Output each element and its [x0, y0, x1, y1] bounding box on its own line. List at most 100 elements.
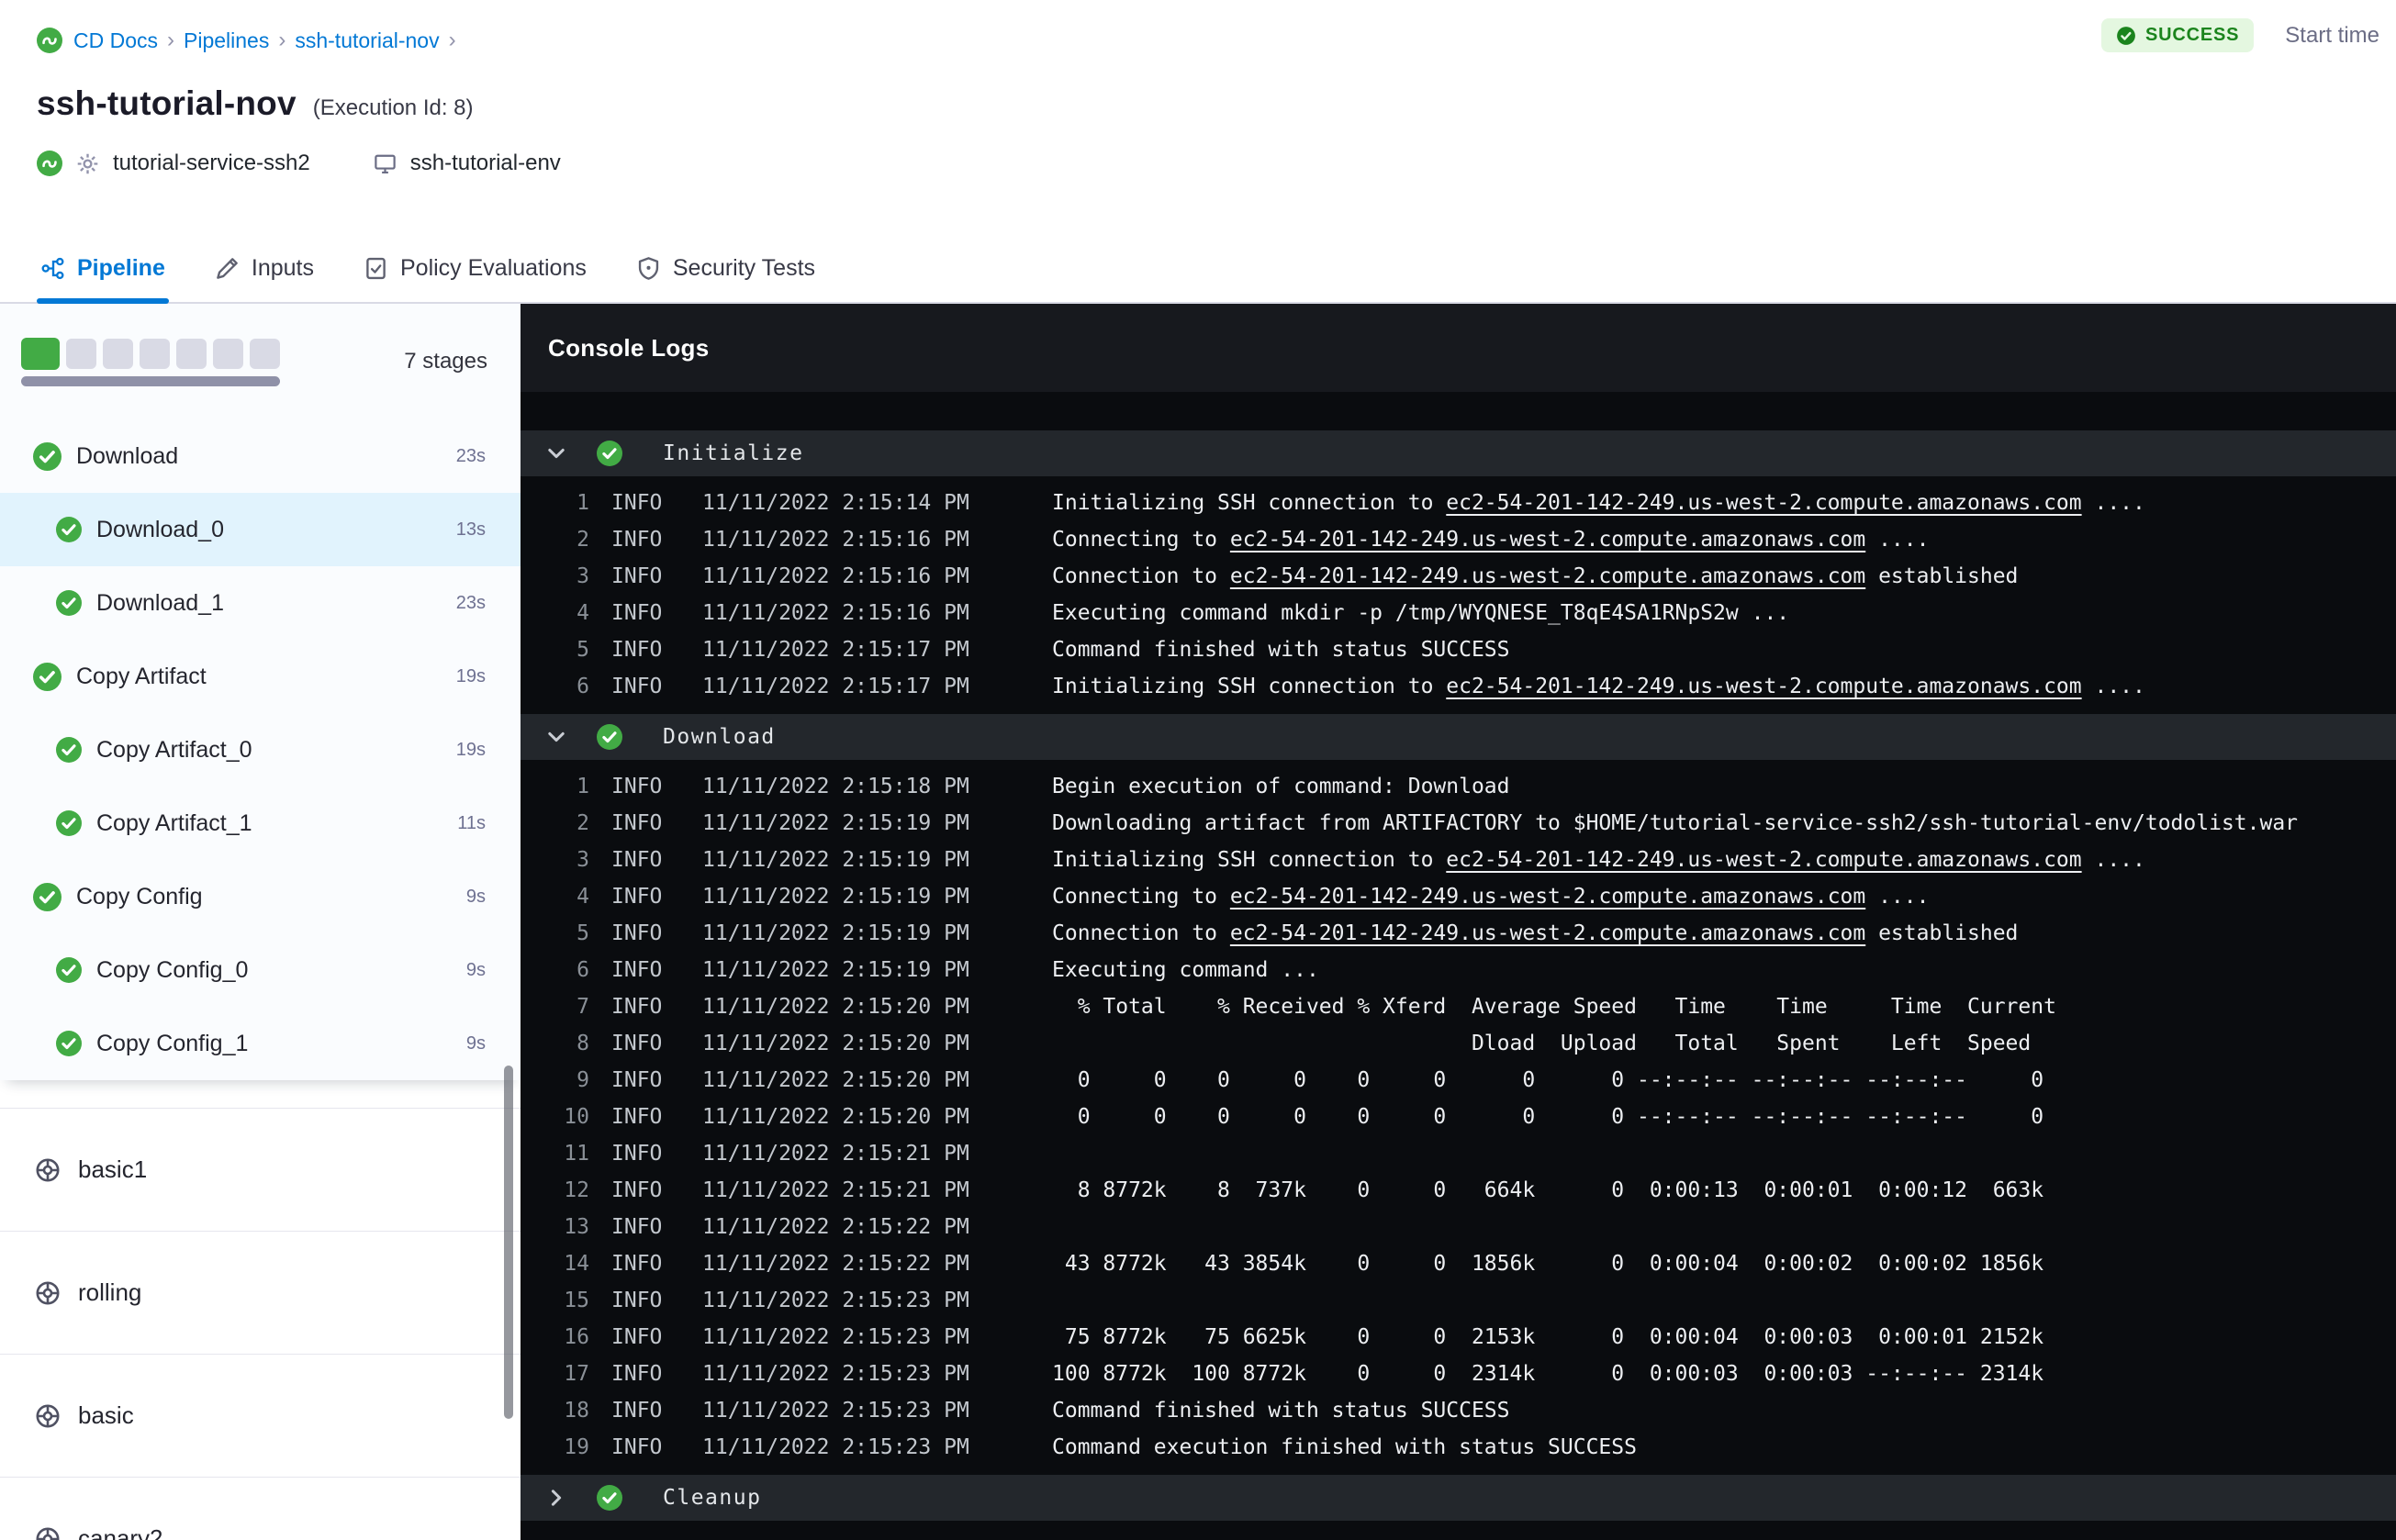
stage-row-copy-artifact[interactable]: Copy Artifact 19s: [0, 640, 521, 713]
tab-security-tests[interactable]: Security Tests: [633, 255, 819, 302]
stage-row-download_1[interactable]: Download_1 23s: [0, 566, 521, 640]
log-line-number: 18: [564, 1399, 589, 1423]
log-line: 8 INFO 11/11/2022 2:15:20 PM Dload Upload …: [521, 1025, 2396, 1062]
host-link[interactable]: ec2-54-201-142-249.us-west-2.compute.ama…: [1230, 528, 1865, 552]
log-line: 15 INFO 11/11/2022 2:15:23 PM: [521, 1282, 2396, 1319]
success-check-icon: [33, 882, 62, 911]
success-check-icon: [56, 517, 82, 542]
stage-progress-square[interactable]: [21, 337, 60, 370]
stage-progress-squares: [21, 337, 280, 370]
log-timestamp: 11/11/2022 2:15:14 PM: [702, 491, 969, 515]
log-message: Connecting to ec2-54-201-142-249.us-west…: [1052, 528, 1930, 552]
stage-duration: 23s: [455, 592, 486, 613]
breadcrumb-link-2[interactable]: Pipelines: [184, 28, 269, 53]
sidebar-scrollbar[interactable]: [504, 1066, 513, 1419]
service-name[interactable]: tutorial-service-ssh2: [113, 151, 310, 176]
breadcrumb-row: CD Docs › Pipelines › ssh-tutorial-nov › SUCC…: [37, 0, 2379, 59]
stage-row-copy-artifact_0[interactable]: Copy Artifact_0 19s: [0, 713, 521, 787]
log-line: 17 INFO 11/11/2022 2:15:23 PM 100 8772k 100…: [521, 1356, 2396, 1392]
log-message: Executing command mkdir -p /tmp/WYQNESE_…: [1052, 601, 1790, 625]
host-link[interactable]: ec2-54-201-142-249.us-west-2.compute.ama…: [1446, 491, 2081, 515]
log-section-cleanup[interactable]: Cleanup: [521, 1475, 2396, 1521]
breadcrumb-separator-icon: ›: [167, 28, 175, 52]
host-link[interactable]: ec2-54-201-142-249.us-west-2.compute.ama…: [1230, 885, 1865, 909]
chevron-down-icon[interactable]: [545, 726, 567, 748]
stage-row-copy-config_0[interactable]: Copy Config_0 9s: [0, 933, 521, 1007]
log-message: Connection to ec2-54-201-142-249.us-west…: [1052, 921, 2019, 945]
log-timestamp: 11/11/2022 2:15:21 PM: [702, 1178, 969, 1202]
stage-row-basic1[interactable]: basic1: [0, 1108, 521, 1231]
stage-progress-square[interactable]: [66, 338, 96, 369]
log-line-number: 11: [564, 1142, 589, 1166]
stage-progress-square[interactable]: [250, 338, 280, 369]
stage-row-canary2[interactable]: canary2: [0, 1477, 521, 1540]
log-timestamp: 11/11/2022 2:15:20 PM: [702, 1068, 969, 1092]
pipeline-stage-list: basic1 rolling basic canary2: [0, 1108, 521, 1540]
log-line: 5 INFO 11/11/2022 2:15:19 PM Connection to …: [521, 915, 2396, 952]
log-timestamp: 11/11/2022 2:15:20 PM: [702, 995, 969, 1019]
breadcrumb-link-3[interactable]: ssh-tutorial-nov: [295, 28, 439, 53]
chevron-right-icon[interactable]: [545, 1487, 567, 1509]
stage-row-copy-config[interactable]: Copy Config 9s: [0, 860, 521, 933]
log-line: 18 INFO 11/11/2022 2:15:23 PM Command finis…: [521, 1392, 2396, 1429]
log-line-number: 6: [577, 675, 589, 698]
log-line: 12 INFO 11/11/2022 2:15:21 PM 8 8772k 8 73…: [521, 1172, 2396, 1209]
stage-duration: 9s: [465, 1032, 486, 1054]
stage-label: Copy Artifact: [76, 663, 207, 689]
breadcrumb-link-1[interactable]: CD Docs: [73, 28, 158, 53]
page-title: ssh-tutorial-nov: [37, 84, 297, 122]
stage-label: basic1: [78, 1155, 148, 1183]
success-check-icon: [2116, 26, 2136, 46]
log-timestamp: 11/11/2022 2:15:22 PM: [702, 1215, 969, 1239]
tab-policy-evaluations[interactable]: Policy Evaluations: [360, 255, 590, 302]
tab-inputs[interactable]: Inputs: [211, 255, 318, 302]
log-level: INFO: [611, 775, 663, 798]
meta-row: tutorial-service-ssh2 ssh-tutorial-env: [37, 151, 2359, 176]
chevron-down-icon[interactable]: [545, 442, 567, 464]
stage-progress-square[interactable]: [103, 338, 133, 369]
host-link[interactable]: ec2-54-201-142-249.us-west-2.compute.ama…: [1446, 848, 2081, 872]
log-line: 14 INFO 11/11/2022 2:15:22 PM 43 8772k 43 …: [521, 1245, 2396, 1282]
log-timestamp: 11/11/2022 2:15:19 PM: [702, 811, 969, 835]
success-check-icon: [33, 441, 62, 471]
stage-list: Download 23s Download_0 13s Download_1 23s Cop…: [0, 419, 521, 1080]
stage-row-basic[interactable]: basic: [0, 1354, 521, 1477]
sidebar: 7 stages Download 23s Download_0 13s Downloa…: [0, 304, 521, 1540]
log-line: 4 INFO 11/11/2022 2:15:16 PM Executing comm…: [521, 595, 2396, 631]
log-timestamp: 11/11/2022 2:15:23 PM: [702, 1289, 969, 1312]
stage-progress-square[interactable]: [140, 338, 170, 369]
stage-row-copy-artifact_1[interactable]: Copy Artifact_1 11s: [0, 787, 521, 860]
host-link[interactable]: ec2-54-201-142-249.us-west-2.compute.ama…: [1230, 564, 1865, 588]
log-line: 7 INFO 11/11/2022 2:15:20 PM % Total % Rec…: [521, 988, 2396, 1025]
stage-row-rolling[interactable]: rolling: [0, 1231, 521, 1354]
log-line: 19 INFO 11/11/2022 2:15:23 PM Command execu…: [521, 1429, 2396, 1466]
stage-duration: 9s: [465, 886, 486, 907]
log-section-download[interactable]: Download: [521, 714, 2396, 760]
log-level: INFO: [611, 1068, 663, 1092]
stage-panel: 7 stages Download 23s Download_0 13s Downloa…: [0, 304, 521, 1080]
log-level: INFO: [611, 921, 663, 945]
tab-label: Policy Evaluations: [399, 255, 587, 281]
section-success-icon: [597, 441, 622, 466]
stage-row-download_0[interactable]: Download_0 13s: [0, 493, 521, 566]
tab-pipeline[interactable]: Pipeline: [37, 255, 169, 304]
stage-row-download[interactable]: Download 23s: [0, 419, 521, 493]
log-line: 5 INFO 11/11/2022 2:15:17 PM Command finish…: [521, 631, 2396, 668]
log-section-initialize[interactable]: Initialize: [521, 430, 2396, 476]
stage-label: canary2: [78, 1524, 163, 1540]
log-timestamp: 11/11/2022 2:15:18 PM: [702, 775, 969, 798]
tab-label: Security Tests: [672, 255, 816, 281]
host-link[interactable]: ec2-54-201-142-249.us-west-2.compute.ama…: [1230, 921, 1865, 945]
host-link[interactable]: ec2-54-201-142-249.us-west-2.compute.ama…: [1446, 675, 2081, 698]
stage-progress-square[interactable]: [213, 338, 243, 369]
log-message: Connection to ec2-54-201-142-249.us-west…: [1052, 564, 2019, 588]
cd-module-icon: [37, 151, 62, 176]
environment-name[interactable]: ssh-tutorial-env: [410, 151, 561, 176]
log-line-number: 15: [564, 1289, 589, 1312]
stage-type-icon: [33, 1155, 62, 1185]
environment-icon: [373, 151, 397, 176]
stage-progress-square[interactable]: [176, 338, 207, 369]
log-line: 2 INFO 11/11/2022 2:15:16 PM Connecting to …: [521, 521, 2396, 558]
stage-row-copy-config_1[interactable]: Copy Config_1 9s: [0, 1007, 521, 1080]
log-level: INFO: [611, 958, 663, 982]
